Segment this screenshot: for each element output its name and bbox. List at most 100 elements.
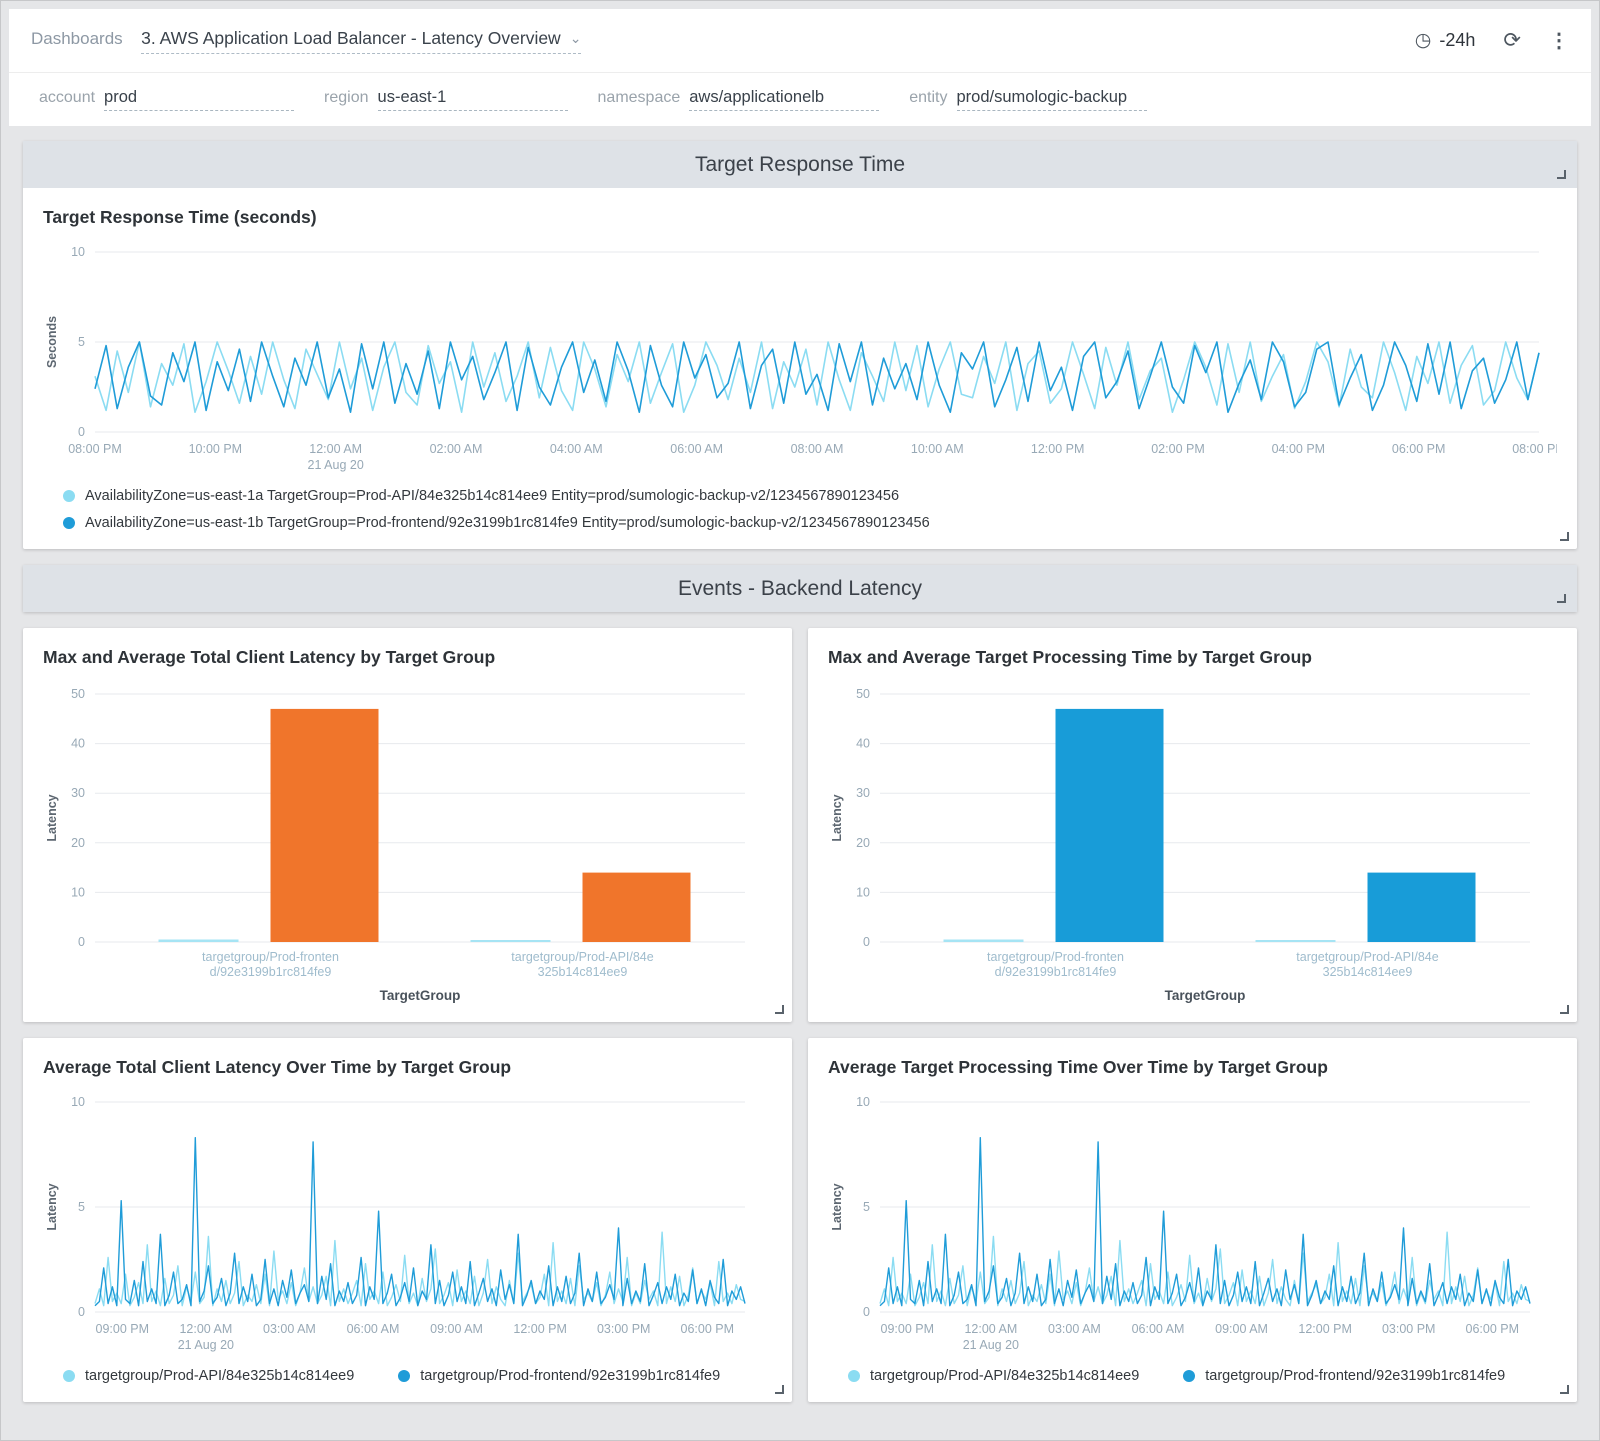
legend-dot <box>63 490 75 502</box>
avg_target_processing_time_over_time-svg: 0510Latency09:00 PM12:00 AM21 Aug 2003:0… <box>828 1088 1548 1358</box>
filter-label-account: account <box>39 89 95 107</box>
svg-text:10: 10 <box>856 885 870 899</box>
target_response_time-svg: 0510Seconds08:00 PM10:00 PM12:00 AM21 Au… <box>43 238 1557 478</box>
svg-text:09:00 AM: 09:00 AM <box>1215 1322 1268 1336</box>
svg-text:08:00 AM: 08:00 AM <box>791 442 844 456</box>
top-bar-actions: ◷ -24h ⟳ ⋮ <box>1415 28 1569 53</box>
svg-text:12:00 AM: 12:00 AM <box>179 1322 232 1336</box>
max-avg-target-processing-time-chart: 01020304050Latencytargetgroup/Prod-front… <box>828 678 1557 1008</box>
filter-value-region[interactable]: us-east-1 <box>378 88 568 111</box>
svg-text:5: 5 <box>78 335 85 349</box>
svg-text:5: 5 <box>78 1200 85 1214</box>
svg-text:325b14c814ee9: 325b14c814ee9 <box>538 965 628 979</box>
svg-text:10:00 AM: 10:00 AM <box>911 442 964 456</box>
dashboard-page: Dashboards 3. AWS Application Load Balan… <box>0 0 1600 1441</box>
svg-text:21 Aug 20: 21 Aug 20 <box>308 458 364 472</box>
legend-label: targetgroup/Prod-frontend/92e3199b1rc814… <box>420 1368 720 1384</box>
legend-item[interactable]: targetgroup/Prod-frontend/92e3199b1rc814… <box>1183 1368 1505 1384</box>
svg-text:06:00 PM: 06:00 PM <box>1392 442 1446 456</box>
svg-text:12:00 PM: 12:00 PM <box>1298 1322 1352 1336</box>
svg-text:5: 5 <box>863 1200 870 1214</box>
svg-text:04:00 AM: 04:00 AM <box>550 442 603 456</box>
section-header-target-response-time: Target Response Time <box>23 141 1577 188</box>
svg-text:0: 0 <box>78 425 85 439</box>
svg-text:40: 40 <box>71 737 85 751</box>
svg-text:0: 0 <box>863 935 870 949</box>
svg-text:Latency: Latency <box>830 1183 844 1230</box>
svg-text:06:00 AM: 06:00 AM <box>1132 1322 1185 1336</box>
svg-text:12:00 PM: 12:00 PM <box>1031 442 1085 456</box>
svg-text:09:00 PM: 09:00 PM <box>881 1322 935 1336</box>
filter-entity: entity prod/sumologic-backup <box>909 88 1146 111</box>
svg-text:50: 50 <box>71 687 85 701</box>
resize-handle[interactable] <box>1560 1005 1569 1014</box>
filter-value-entity[interactable]: prod/sumologic-backup <box>957 88 1147 111</box>
svg-text:Latency: Latency <box>45 1183 59 1230</box>
bar-max[interactable] <box>583 873 691 942</box>
svg-text:04:00 PM: 04:00 PM <box>1272 442 1326 456</box>
svg-text:12:00 AM: 12:00 AM <box>309 442 362 456</box>
panel-expand-icon[interactable] <box>1557 594 1566 603</box>
series-line-prod-frontend <box>95 1138 745 1306</box>
time-range-button[interactable]: ◷ -24h <box>1415 29 1476 52</box>
svg-text:targetgroup/Prod-API/84e: targetgroup/Prod-API/84e <box>1296 950 1438 964</box>
svg-text:Latency: Latency <box>45 794 59 841</box>
dashboard-title-dropdown[interactable]: 3. AWS Application Load Balancer - Laten… <box>141 28 581 54</box>
legend-label: targetgroup/Prod-frontend/92e3199b1rc814… <box>1205 1368 1505 1384</box>
svg-text:targetgroup/Prod-fronten: targetgroup/Prod-fronten <box>202 950 339 964</box>
legend-item[interactable]: AvailabilityZone=us-east-1b TargetGroup=… <box>63 515 1557 531</box>
panel-expand-icon[interactable] <box>1557 170 1566 179</box>
filter-value-account[interactable]: prod <box>104 88 294 111</box>
breadcrumb-dashboards[interactable]: Dashboards <box>31 29 123 48</box>
svg-text:06:00 AM: 06:00 AM <box>670 442 723 456</box>
bar-max[interactable] <box>271 709 379 942</box>
refresh-button[interactable]: ⟳ <box>1503 28 1521 53</box>
svg-text:Latency: Latency <box>830 794 844 841</box>
resize-handle[interactable] <box>775 1385 784 1394</box>
section-header-events-backend-latency: Events - Backend Latency <box>23 565 1577 612</box>
chart-title: Average Target Processing Time Over Time… <box>828 1057 1557 1078</box>
filter-label-entity: entity <box>909 89 947 107</box>
chart-legend: AvailabilityZone=us-east-1a TargetGroup=… <box>43 488 1557 531</box>
legend-dot <box>63 1370 75 1382</box>
bar-average[interactable] <box>159 940 239 943</box>
svg-text:09:00 AM: 09:00 AM <box>430 1322 483 1336</box>
svg-text:TargetGroup: TargetGroup <box>380 988 461 1003</box>
dashboard-content: Target Response Time Target Response Tim… <box>9 126 1591 1402</box>
resize-handle[interactable] <box>775 1005 784 1014</box>
more-options-button[interactable]: ⋮ <box>1549 28 1569 53</box>
filter-value-namespace[interactable]: aws/applicationelb <box>689 88 879 111</box>
svg-text:06:00 AM: 06:00 AM <box>347 1322 400 1336</box>
chart-title: Target Response Time (seconds) <box>43 207 1557 228</box>
legend-label: AvailabilityZone=us-east-1a TargetGroup=… <box>85 488 899 504</box>
section-title: Target Response Time <box>695 153 905 177</box>
svg-text:325b14c814ee9: 325b14c814ee9 <box>1323 965 1413 979</box>
svg-text:20: 20 <box>856 836 870 850</box>
legend-item[interactable]: targetgroup/Prod-API/84e325b14c814ee9 <box>848 1368 1139 1384</box>
legend-item[interactable]: targetgroup/Prod-API/84e325b14c814ee9 <box>63 1368 354 1384</box>
svg-text:0: 0 <box>863 1305 870 1319</box>
bar-average[interactable] <box>471 940 551 942</box>
filter-region: region us-east-1 <box>324 88 567 111</box>
filter-account: account prod <box>39 88 294 111</box>
filter-label-region: region <box>324 89 368 107</box>
legend-item[interactable]: AvailabilityZone=us-east-1a TargetGroup=… <box>63 488 1557 504</box>
svg-text:03:00 AM: 03:00 AM <box>263 1322 316 1336</box>
svg-text:30: 30 <box>71 786 85 800</box>
filter-label-namespace: namespace <box>598 89 681 107</box>
bar-max[interactable] <box>1368 873 1476 942</box>
section-banner-events-backend-latency: Events - Backend Latency <box>23 565 1577 612</box>
bar-average[interactable] <box>1256 940 1336 942</box>
section-title: Events - Backend Latency <box>678 577 922 601</box>
panel-avg-target-processing-time-over-time: Average Target Processing Time Over Time… <box>808 1038 1577 1402</box>
top-bar: Dashboards 3. AWS Application Load Balan… <box>9 9 1591 73</box>
bar-max[interactable] <box>1056 709 1164 942</box>
charts-grid-bottom: Average Total Client Latency Over Time b… <box>23 1038 1577 1402</box>
bar-average[interactable] <box>944 940 1024 943</box>
chart-title: Max and Average Target Processing Time b… <box>828 647 1557 668</box>
charts-grid-top: Max and Average Total Client Latency by … <box>23 628 1577 1022</box>
resize-handle[interactable] <box>1560 532 1569 541</box>
resize-handle[interactable] <box>1560 1385 1569 1394</box>
svg-text:09:00 PM: 09:00 PM <box>96 1322 150 1336</box>
legend-item[interactable]: targetgroup/Prod-frontend/92e3199b1rc814… <box>398 1368 720 1384</box>
